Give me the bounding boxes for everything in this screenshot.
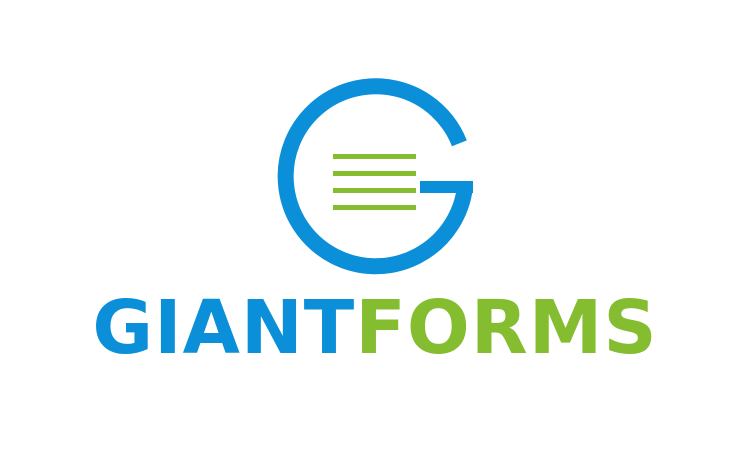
form-line-3 <box>333 188 416 193</box>
form-line-2 <box>333 171 416 176</box>
form-line-4 <box>333 205 416 210</box>
logo-canvas: GIANTFORMS <box>0 0 750 450</box>
g-ring-shape <box>277 78 473 275</box>
logo-wordmark: GIANTFORMS <box>0 288 750 368</box>
form-lines-icon <box>333 154 416 210</box>
form-line-1 <box>333 154 416 159</box>
g-letter-with-form-lines-icon <box>277 78 473 275</box>
wordmark-primary: GIANT <box>92 285 356 371</box>
wordmark-secondary: FORMS <box>355 285 658 371</box>
